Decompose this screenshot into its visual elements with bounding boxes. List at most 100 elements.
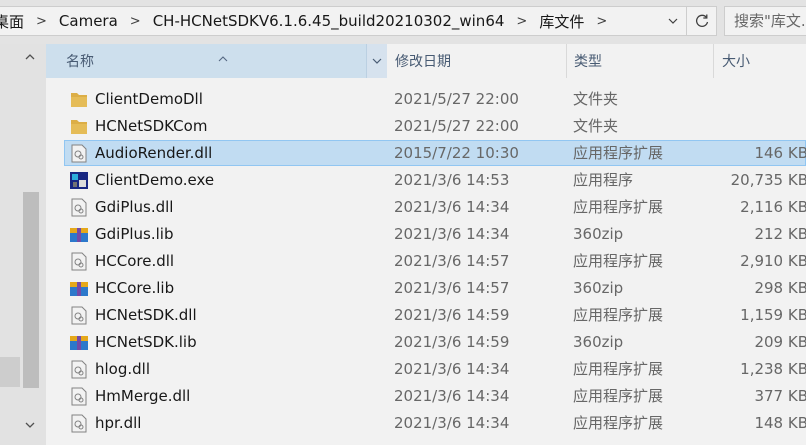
file-size: 148 KB: [754, 414, 806, 432]
file-type: 360zip: [573, 279, 624, 297]
file-size: 1,159 KB: [740, 306, 806, 324]
file-type: 文件夹: [573, 117, 619, 135]
column-header-type[interactable]: 类型: [566, 44, 714, 78]
list-item[interactable]: HCNetSDK.lib 2021/3/6 14:59 360zip 209 K…: [46, 329, 806, 356]
file-type: 应用程序扩展: [573, 360, 664, 378]
file-name: hlog.dll: [95, 360, 150, 378]
folder-icon: [71, 120, 87, 134]
dll-icon: [71, 198, 87, 217]
file-type: 应用程序扩展: [573, 387, 664, 405]
breadcrumb-separator-icon[interactable]: >: [590, 14, 613, 29]
file-name: HCNetSDK.lib: [95, 333, 197, 351]
address-bar-row: 桌面 > Camera > CH-HCNetSDKV6.1.6.45_build…: [0, 0, 806, 44]
file-type: 应用程序扩展: [573, 306, 664, 324]
column-header-size[interactable]: 大小: [714, 44, 806, 78]
breadcrumb-separator-icon[interactable]: >: [124, 14, 147, 29]
address-history-chevron-down-icon[interactable]: [660, 7, 686, 35]
dll-icon: [71, 414, 87, 433]
list-item[interactable]: HmMerge.dll 2021/3/6 14:34 应用程序扩展 377 KB: [46, 383, 806, 410]
file-type: 应用程序扩展: [573, 144, 664, 162]
file-size: 1,238 KB: [740, 360, 806, 378]
list-item[interactable]: ClientDemoDll 2021/5/27 22:00 文件夹: [46, 86, 806, 113]
file-date: 2021/3/6 14:59: [394, 333, 510, 351]
column-header-name[interactable]: 名称: [46, 44, 387, 78]
breadcrumb-camera[interactable]: Camera: [53, 12, 124, 30]
zip-icon: [70, 282, 88, 296]
dll-icon: [71, 387, 87, 406]
nav-selected-item[interactable]: [0, 357, 20, 387]
file-date: 2021/3/6 14:34: [394, 198, 510, 216]
list-item[interactable]: HCCore.dll 2021/3/6 14:57 应用程序扩展 2,910 K…: [46, 248, 806, 275]
breadcrumb-separator-icon[interactable]: >: [510, 14, 533, 29]
sort-ascending-icon: [218, 44, 228, 66]
column-header-row: 名称 修改日期 类型 大小: [46, 44, 806, 80]
search-input[interactable]: 搜索"库文...: [724, 6, 806, 36]
breadcrumb: 桌面 > Camera > CH-HCNetSDKV6.1.6.45_build…: [0, 7, 613, 35]
zip-icon: [70, 228, 88, 242]
column-header-name-label: 名称: [66, 54, 94, 70]
folder-icon: [71, 93, 87, 107]
file-date: 2021/5/27 22:00: [394, 117, 519, 135]
file-date: 2021/3/6 14:57: [394, 252, 510, 270]
zip-icon: [70, 336, 88, 350]
dll-icon: [71, 306, 87, 325]
list-item[interactable]: hpr.dll 2021/3/6 14:34 应用程序扩展 148 KB: [46, 410, 806, 437]
file-size: 212 KB: [754, 225, 806, 243]
nav-scroll-up-chevron-icon[interactable]: [21, 48, 39, 66]
file-size: 20,735 KB: [730, 171, 806, 189]
list-item[interactable]: HCCore.lib 2021/3/6 14:57 360zip 298 KB: [46, 275, 806, 302]
file-size: 209 KB: [754, 333, 806, 351]
file-type: 360zip: [573, 225, 624, 243]
refresh-icon: [695, 14, 708, 27]
breadcrumb-lib-folder[interactable]: 库文件: [533, 11, 590, 32]
list-item-selected[interactable]: AudioRender.dll 2015/7/22 10:30 应用程序扩展 1…: [46, 140, 806, 167]
file-date: 2015/7/22 10:30: [394, 144, 519, 162]
file-size: 2,116 KB: [740, 198, 806, 216]
navigation-pane: [0, 44, 46, 445]
file-date: 2021/5/27 22:00: [394, 90, 519, 108]
file-size: 146 KB: [754, 144, 806, 162]
file-name: AudioRender.dll: [95, 144, 213, 162]
file-type: 360zip: [573, 333, 624, 351]
file-date: 2021/3/6 14:57: [394, 279, 510, 297]
list-item[interactable]: ClientDemo.exe 2021/3/6 14:53 应用程序 20,73…: [46, 167, 806, 194]
breadcrumb-separator-icon[interactable]: >: [30, 14, 53, 29]
file-name: ClientDemoDll: [95, 90, 203, 108]
file-size: 298 KB: [754, 279, 806, 297]
list-item[interactable]: GdiPlus.lib 2021/3/6 14:34 360zip 212 KB: [46, 221, 806, 248]
file-type: 应用程序扩展: [573, 252, 664, 270]
file-date: 2021/3/6 14:59: [394, 306, 510, 324]
file-name: HCNetSDKCom: [95, 117, 208, 135]
file-type: 应用程序扩展: [573, 198, 664, 216]
list-item[interactable]: HCNetSDKCom 2021/5/27 22:00 文件夹: [46, 113, 806, 140]
column-filter-chevron-down-icon[interactable]: [366, 44, 387, 78]
refresh-button[interactable]: [687, 6, 717, 36]
file-date: 2021/3/6 14:34: [394, 414, 510, 432]
breadcrumb-desktop[interactable]: 桌面: [0, 11, 30, 32]
file-name: GdiPlus.dll: [95, 198, 174, 216]
file-type: 文件夹: [573, 90, 619, 108]
list-item[interactable]: hlog.dll 2021/3/6 14:34 应用程序扩展 1,238 KB: [46, 356, 806, 383]
breadcrumb-sdk-folder[interactable]: CH-HCNetSDKV6.1.6.45_build20210302_win64: [147, 12, 511, 30]
nav-scrollbar-thumb[interactable]: [23, 192, 39, 388]
list-item[interactable]: HCNetSDK.dll 2021/3/6 14:59 应用程序扩展 1,159…: [46, 302, 806, 329]
file-name: HCCore.dll: [95, 252, 175, 270]
dll-icon: [71, 144, 87, 163]
column-header-date[interactable]: 修改日期: [387, 44, 567, 78]
file-name: ClientDemo.exe: [95, 171, 215, 189]
list-item[interactable]: GdiPlus.dll 2021/3/6 14:34 应用程序扩展 2,116 …: [46, 194, 806, 221]
dll-icon: [71, 252, 87, 271]
file-date: 2021/3/6 14:34: [394, 387, 510, 405]
exe-icon: [70, 172, 88, 189]
file-name: hpr.dll: [95, 414, 142, 432]
file-date: 2021/3/6 14:34: [394, 225, 510, 243]
file-date: 2021/3/6 14:34: [394, 360, 510, 378]
file-type: 应用程序扩展: [573, 414, 664, 432]
file-name: GdiPlus.lib: [95, 225, 174, 243]
file-name: HmMerge.dll: [95, 387, 191, 405]
nav-scroll-down-chevron-icon[interactable]: [21, 416, 39, 434]
file-size: 377 KB: [754, 387, 806, 405]
file-explorer-window: 桌面 > Camera > CH-HCNetSDKV6.1.6.45_build…: [0, 0, 806, 445]
file-rows: ClientDemoDll 2021/5/27 22:00 文件夹 HCNetS…: [46, 86, 806, 437]
address-bar[interactable]: 桌面 > Camera > CH-HCNetSDKV6.1.6.45_build…: [0, 6, 687, 36]
